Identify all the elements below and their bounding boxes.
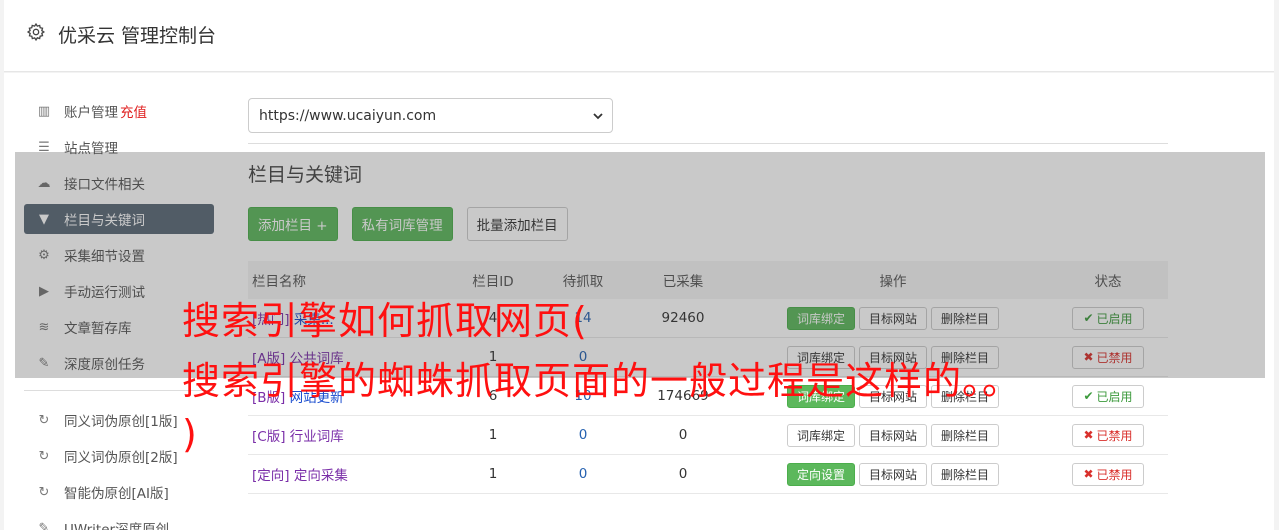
divider [248,143,1168,144]
sidebar-item[interactable]: ▥ 账户管理 充值 [24,96,214,126]
overlay-line-3: ) [182,412,198,456]
column-id: 1 [488,466,498,482]
column-tag: [定向] [252,468,290,484]
bar-chart-icon: ▥ [37,103,51,119]
status-toggle[interactable]: ✖ 已禁用 [1072,462,1144,486]
column-tag: [C版] [252,429,286,445]
status-cell: ✖ 已禁用 [1048,462,1168,486]
status-label: 已启用 [1096,389,1133,404]
sidebar-item-label: 同义词伪原创[2版] [64,450,178,466]
collected-count: 0 [678,466,688,482]
edit-icon: ✎ [38,520,50,530]
target-site-button[interactable]: 目标网站 [858,462,927,486]
recharge-link[interactable]: 充值 [120,101,147,121]
collected-count: 0 [678,427,688,443]
sidebar-item-label: 账户管理 [64,105,118,121]
status-cell: ✖ 已禁用 [1048,423,1168,447]
table-row: [C版] 行业词库 1 0 0 词库绑定 目标网站 删除栏目 ✖ 已禁用 [248,416,1168,455]
overlay-line-2: 搜索引擎的蜘蛛抓取页面的一般过程是这样的。。 [182,359,1022,403]
gear-icon [26,22,46,42]
table-row: [定向] 定向采集 1 0 0 定向设置 目标网站 删除栏目 ✖ 已禁用 [248,455,1168,494]
refresh-icon: ↻ [38,448,50,464]
sidebar-item-label: 智能伪原创[AI版] [64,486,169,502]
column-name-cell[interactable]: [C版] 行业词库 [248,425,448,445]
column-name[interactable]: 行业词库 [290,429,344,445]
target-site-button[interactable]: 目标网站 [858,423,927,447]
lib-bind-button[interactable]: 词库绑定 [786,423,855,447]
sidebar-item[interactable]: ✎ UWriter深度原创 [24,513,214,530]
status-label: 已禁用 [1096,467,1133,482]
cross-icon: ✖ [1083,428,1094,442]
column-name-cell[interactable]: [定向] 定向采集 [248,464,448,484]
column-id: 1 [488,427,498,443]
refresh-icon: ↻ [38,412,50,428]
column-name[interactable]: 定向采集 [294,468,348,484]
sidebar-item[interactable]: ↻ 智能伪原创[AI版] [24,477,214,507]
refresh-icon: ↻ [38,484,50,500]
top-bar: 优采云 管理控制台 [4,0,1274,72]
status-toggle[interactable]: ✖ 已禁用 [1072,423,1144,447]
row-actions: 词库绑定 目标网站 删除栏目 [738,423,1048,447]
sidebar-item-label: 同义词伪原创[1版] [64,414,178,430]
site-select[interactable]: https://www.ucaiyun.com [248,98,613,133]
chevron-down-icon [593,113,603,120]
lib-bind-button[interactable]: 定向设置 [786,462,855,486]
status-cell: ✔ 已启用 [1048,384,1168,408]
sidebar-item-label: UWriter深度原创 [64,522,170,530]
delete-column-button[interactable]: 删除栏目 [931,462,1000,486]
site-select-value: https://www.ucaiyun.com [259,107,437,124]
check-icon: ✔ [1083,389,1094,403]
row-actions: 定向设置 目标网站 删除栏目 [738,462,1048,486]
cross-icon: ✖ [1083,467,1094,481]
pending-count[interactable]: 0 [538,427,628,443]
app-title: 优采云 管理控制台 [58,25,217,47]
pending-count[interactable]: 0 [538,466,628,482]
overlay-line-1: 搜索引擎如何抓取网页( [182,299,588,343]
status-label: 已禁用 [1096,428,1133,443]
delete-column-button[interactable]: 删除栏目 [931,423,1000,447]
status-toggle[interactable]: ✔ 已启用 [1072,384,1144,408]
